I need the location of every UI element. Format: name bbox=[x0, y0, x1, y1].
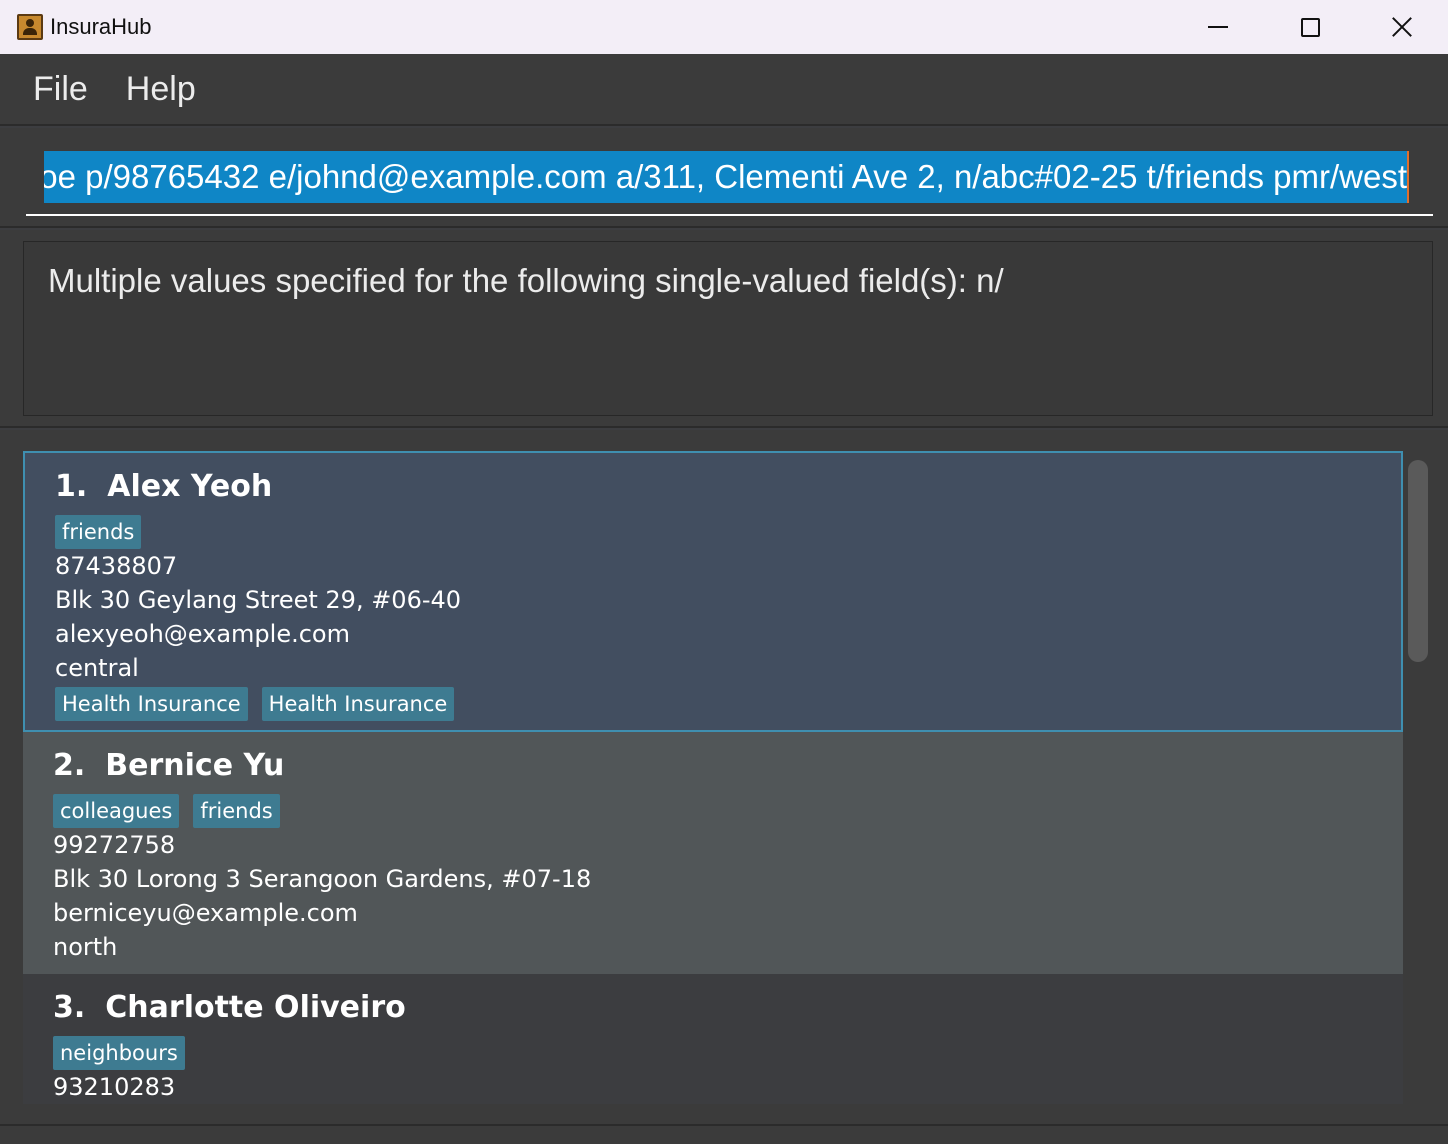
person-index: 3. bbox=[53, 990, 86, 1025]
tag: friends bbox=[55, 515, 142, 549]
close-icon bbox=[1391, 16, 1413, 38]
policy-tag: Health Insurance bbox=[261, 687, 455, 721]
person-name: Bernice Yu bbox=[105, 748, 285, 783]
result-message: Multiple values specified for the follow… bbox=[48, 262, 1004, 299]
person-tags: friends bbox=[55, 515, 155, 549]
person-email: alexyeoh@example.com bbox=[55, 620, 350, 648]
menu-file[interactable]: File bbox=[33, 70, 88, 109]
minimize-icon bbox=[1208, 26, 1228, 28]
person-region: north bbox=[53, 933, 118, 961]
maximize-button[interactable] bbox=[1264, 0, 1356, 54]
person-name: Alex Yeoh bbox=[107, 469, 273, 504]
person-list[interactable]: 1. Alex Yeoh friends 87438807 Blk 30 Gey… bbox=[23, 451, 1403, 1104]
maximize-icon bbox=[1300, 17, 1320, 37]
person-address: Blk 30 Geylang Street 29, #06-40 bbox=[55, 586, 462, 614]
person-name-row: 3. Charlotte Oliveiro bbox=[53, 990, 406, 1025]
title-bar: InsuraHub bbox=[0, 0, 1448, 54]
window-controls bbox=[1172, 0, 1448, 54]
result-area: Multiple values specified for the follow… bbox=[0, 230, 1448, 428]
person-index: 1. bbox=[55, 469, 88, 504]
command-value: oe p/98765432 e/johnd@example.com a/311,… bbox=[44, 158, 1407, 195]
addressbook-icon bbox=[17, 14, 43, 40]
result-display: Multiple values specified for the follow… bbox=[23, 241, 1433, 416]
command-input[interactable]: oe p/98765432 e/johnd@example.com a/311,… bbox=[26, 150, 1433, 216]
person-email: berniceyu@example.com bbox=[53, 899, 358, 927]
person-region: central bbox=[55, 654, 139, 682]
window-title: InsuraHub bbox=[50, 14, 152, 39]
tag: neighbours bbox=[53, 1036, 185, 1070]
person-tags: colleagues friends bbox=[53, 794, 294, 828]
command-area: oe p/98765432 e/johnd@example.com a/311,… bbox=[0, 128, 1448, 228]
tag: friends bbox=[193, 794, 280, 828]
person-list-area: 1. Alex Yeoh friends 87438807 Blk 30 Gey… bbox=[0, 430, 1448, 1144]
policy-tag: Health Insurance bbox=[55, 687, 248, 721]
person-policies: Health Insurance Health Insurance bbox=[55, 687, 468, 721]
person-card-2[interactable]: 2. Bernice Yu colleagues friends 9927275… bbox=[23, 732, 1403, 974]
person-address: Blk 30 Lorong 3 Serangoon Gardens, #07-1… bbox=[53, 865, 592, 893]
person-tags: neighbours bbox=[53, 1036, 199, 1070]
command-selected-text[interactable]: oe p/98765432 e/johnd@example.com a/311,… bbox=[44, 151, 1409, 203]
menu-help[interactable]: Help bbox=[126, 70, 196, 109]
list-scrollbar[interactable] bbox=[1408, 460, 1428, 662]
person-phone: 99272758 bbox=[53, 831, 176, 859]
person-name-row: 2. Bernice Yu bbox=[53, 748, 284, 783]
person-name-row: 1. Alex Yeoh bbox=[55, 469, 272, 504]
person-phone: 93210283 bbox=[53, 1073, 176, 1101]
person-card-1[interactable]: 1. Alex Yeoh friends 87438807 Blk 30 Gey… bbox=[23, 451, 1403, 732]
minimize-button[interactable] bbox=[1172, 0, 1264, 54]
close-button[interactable] bbox=[1356, 0, 1448, 54]
person-card-3[interactable]: 3. Charlotte Oliveiro neighbours 9321028… bbox=[23, 974, 1403, 1104]
menu-bar: File Help bbox=[0, 54, 1448, 126]
person-index: 2. bbox=[53, 748, 86, 783]
person-phone: 87438807 bbox=[55, 552, 178, 580]
status-divider bbox=[0, 1124, 1448, 1126]
tag: colleagues bbox=[53, 794, 180, 828]
person-name: Charlotte Oliveiro bbox=[105, 990, 406, 1025]
